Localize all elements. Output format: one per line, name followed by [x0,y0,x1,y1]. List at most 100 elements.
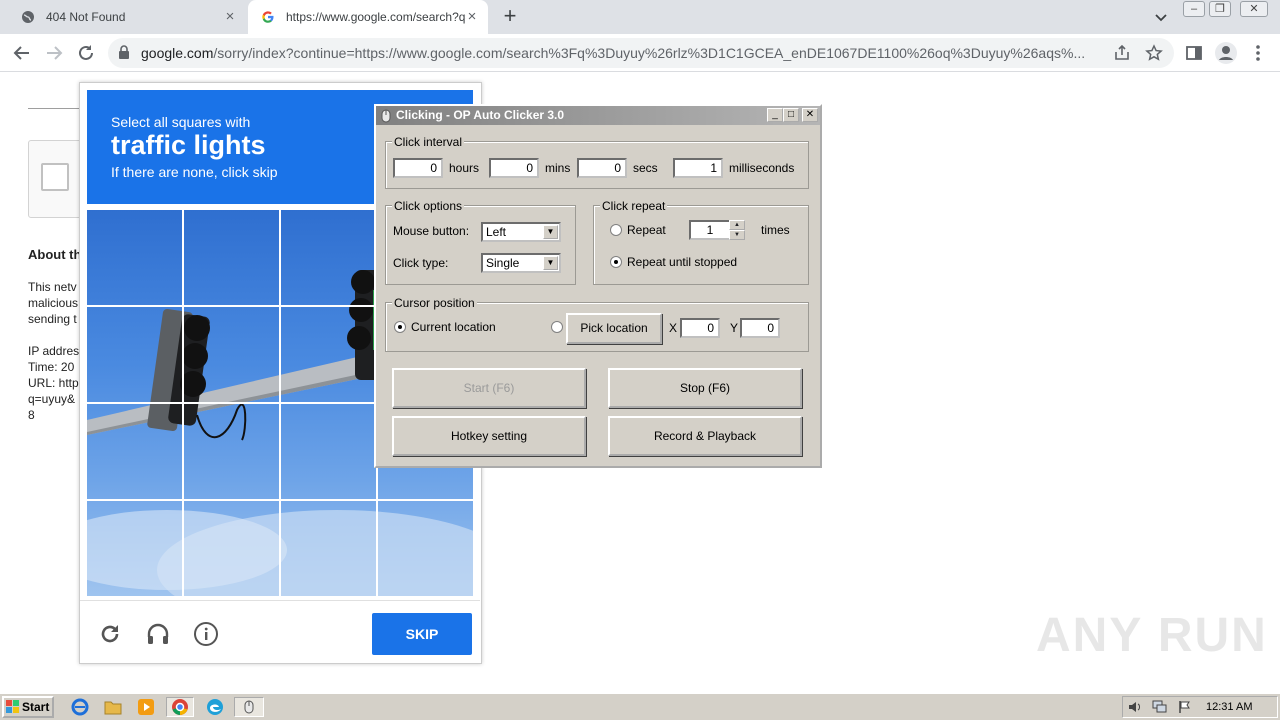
chrome-taskbar-icon[interactable] [166,697,194,717]
oac-maximize-button[interactable]: □ [783,108,799,122]
mouse-button-label: Mouse button: [393,224,470,238]
mins-input[interactable]: 0 [489,158,539,178]
milliseconds-label: milliseconds [729,161,795,175]
close-tab-icon[interactable]: × [464,9,480,25]
close-window-button[interactable]: ✕ [1240,1,1268,17]
spin-down-icon[interactable]: ▼ [729,230,745,240]
repeat-until-stopped-radio[interactable] [610,256,622,268]
windows-logo-icon [6,700,20,719]
current-location-radio[interactable] [394,321,406,333]
mins-label: mins [545,161,571,175]
back-arrow-icon[interactable] [10,41,34,65]
instruction-text: Select all squares with [111,114,251,130]
click-options-label: Click options [392,199,465,213]
mouse-button-select[interactable]: Left ▼ [481,222,561,242]
ip-address-line: IP addres [28,344,80,358]
times-label: times [761,223,790,237]
time-line: Time: 20 [28,360,75,374]
instruction-hint: If there are none, click skip [111,164,278,180]
clock[interactable]: 12:31 AM [1206,701,1252,713]
info-icon[interactable] [193,621,219,650]
anyrun-watermark: ANY RUN [1036,609,1268,662]
skip-button[interactable]: SKIP [372,613,472,655]
profile-avatar-icon[interactable] [1214,41,1238,68]
pick-location-button[interactable]: Pick location [566,313,662,344]
y-coordinate-input[interactable]: 0 [740,318,780,338]
dropdown-arrow-icon[interactable]: ▼ [543,256,558,270]
url-path: /sorry/index?continue=https://www.google… [213,45,1086,61]
tab-title: 404 Not Found [46,10,126,24]
stop-button[interactable]: Stop (F6) [608,368,802,408]
secs-input[interactable]: 0 [577,158,627,178]
side-panel-icon[interactable] [1185,44,1203,65]
x-label: X [669,321,678,335]
click-type-label: Click type: [393,256,449,270]
menu-kebab-icon[interactable] [1250,43,1266,66]
body-line: This netv [28,280,77,294]
y-label: Y [730,321,739,335]
globe-icon [20,9,36,25]
body-line: malicious [28,296,79,310]
repeat-count-spinner[interactable]: ▲ ▼ [729,220,745,240]
oac-minimize-button[interactable]: _ [767,108,783,122]
bookmark-star-icon[interactable] [1145,44,1163,65]
lock-icon[interactable] [118,45,130,62]
tab-404[interactable]: 404 Not Found × [8,0,246,34]
hotkey-setting-button[interactable]: Hotkey setting [392,416,586,456]
new-tab-button[interactable]: + [500,5,520,27]
pick-location-radio[interactable] [551,321,563,333]
secs-label: secs [633,161,658,175]
click-options-group [385,205,576,285]
click-repeat-group [593,205,809,285]
google-icon [260,9,276,25]
media-player-icon[interactable] [135,697,157,717]
hours-input[interactable]: 0 [393,158,443,178]
tab-search-chevron-icon[interactable] [1152,8,1170,26]
forward-arrow-icon[interactable] [42,41,66,65]
url-host: google.com [141,45,214,61]
oac-close-button[interactable]: ✕ [802,108,818,122]
reload-icon[interactable] [74,41,98,65]
minimize-button[interactable]: – [1183,1,1205,17]
start-button[interactable]: Start (F6) [392,368,586,408]
body-line: sending t [28,312,77,326]
start-label: Start [22,700,50,714]
about-heading: About th [28,247,82,262]
window-title: Clicking - OP Auto Clicker 3.0 [396,108,565,122]
reload-challenge-icon[interactable] [97,621,123,650]
tab-title: https://www.google.com/search?q= [286,10,466,24]
mouse-app-icon [381,109,391,126]
repeat-radio[interactable] [610,224,622,236]
url-text[interactable]: google.com/sorry/index?continue=https://… [141,45,1101,61]
network-icon[interactable] [1152,700,1168,717]
cursor-position-label: Cursor position [392,296,477,310]
edge-icon[interactable] [204,697,226,717]
click-interval-label: Click interval [392,135,465,149]
click-type-value: Single [486,256,520,270]
ie-icon[interactable] [69,697,91,717]
flag-icon[interactable] [1178,700,1192,717]
dropdown-arrow-icon[interactable]: ▼ [543,225,558,239]
audio-challenge-icon[interactable] [145,621,171,650]
click-type-select[interactable]: Single ▼ [481,253,561,273]
record-playback-button[interactable]: Record & Playback [608,416,802,456]
restore-button[interactable]: ❐ [1209,1,1231,17]
hours-label: hours [449,161,480,175]
volume-icon[interactable] [1128,700,1144,717]
repeat-until-stopped-label: Repeat until stopped [627,255,738,269]
system-tray [1122,696,1278,718]
x-coordinate-input[interactable]: 0 [680,318,720,338]
instruction-target: traffic lights [111,130,266,160]
folder-icon[interactable] [102,697,124,717]
mouse-button-value: Left [486,225,507,239]
share-icon[interactable] [1113,44,1131,65]
start-button[interactable]: Start [2,696,54,718]
auto-clicker-taskbar-icon[interactable] [234,697,264,717]
auto-clicker-titlebar[interactable]: Clicking - OP Auto Clicker 3.0 [376,106,820,125]
query-line: q=uyuy& [28,392,76,406]
spin-up-icon[interactable]: ▲ [729,220,745,230]
tab-google-search[interactable]: https://www.google.com/search?q= × [248,0,488,34]
recaptcha-checkbox[interactable] [41,163,69,191]
close-tab-icon[interactable]: × [222,9,238,25]
milliseconds-input[interactable]: 1 [673,158,723,178]
